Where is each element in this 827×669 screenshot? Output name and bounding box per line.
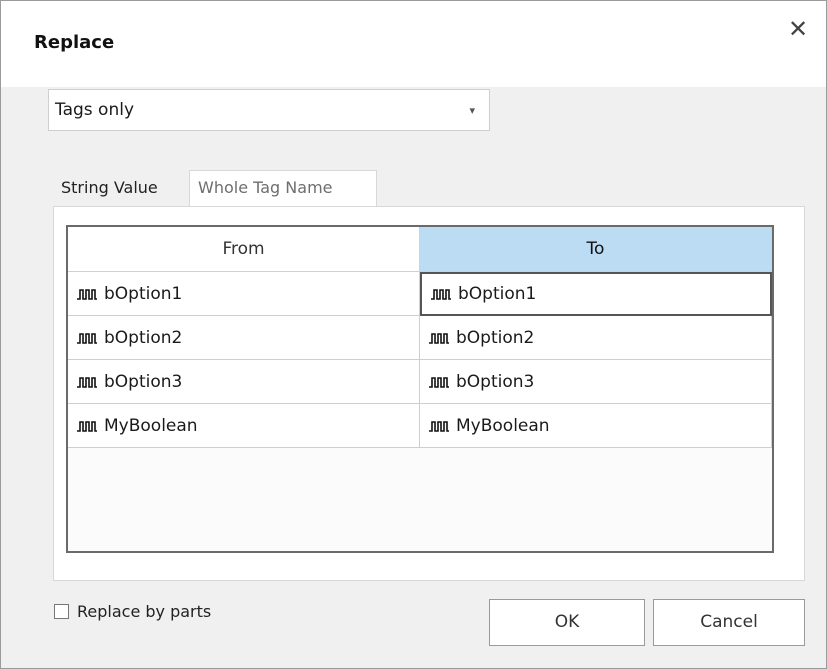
grid-header: From To: [68, 227, 772, 272]
replace-dialog: Replace ✕ Tags only ▾ String Value Whole…: [0, 0, 827, 669]
to-cell[interactable]: bOption3: [420, 360, 772, 404]
replace-grid[interactable]: From To bOption1 bOption1 bOption2 bOpti…: [66, 225, 774, 553]
to-cell[interactable]: bOption2: [420, 316, 772, 360]
column-header-from[interactable]: From: [68, 227, 420, 272]
from-tag-name: bOption3: [104, 371, 183, 392]
table-row[interactable]: bOption2 bOption2: [68, 316, 772, 360]
tab-whole-tag-name[interactable]: Whole Tag Name: [189, 170, 377, 206]
replace-by-parts-checkbox[interactable]: [54, 604, 69, 619]
from-cell[interactable]: bOption2: [68, 316, 420, 360]
column-header-to[interactable]: To: [420, 227, 772, 272]
boolean-tag-icon: [431, 289, 451, 300]
from-cell[interactable]: MyBoolean: [68, 404, 420, 448]
boolean-tag-icon: [429, 332, 449, 344]
table-row[interactable]: bOption1 bOption1: [68, 272, 772, 316]
table-row[interactable]: bOption3 bOption3: [68, 360, 772, 404]
boolean-tag-icon: [77, 420, 97, 432]
ok-button[interactable]: OK: [489, 599, 645, 646]
close-button[interactable]: ✕: [784, 15, 812, 43]
from-cell[interactable]: bOption3: [68, 360, 420, 404]
replace-by-parts-label[interactable]: Replace by parts: [77, 602, 211, 621]
to-cell[interactable]: bOption1: [420, 272, 772, 316]
chevron-down-icon: ▾: [469, 104, 475, 117]
boolean-tag-icon: [77, 288, 97, 300]
replace-by-parts-option[interactable]: Replace by parts: [54, 602, 211, 621]
grid-rows: bOption1 bOption1 bOption2 bOption2 bOpt…: [68, 272, 772, 448]
dialog-title: Replace: [34, 32, 115, 53]
from-tag-name: bOption2: [104, 327, 183, 348]
from-cell[interactable]: bOption1: [68, 272, 420, 316]
from-tag-name: bOption1: [104, 283, 183, 304]
to-tag-name: bOption2: [456, 327, 535, 348]
tab-string-value[interactable]: String Value: [53, 171, 189, 207]
to-tag-name: MyBoolean: [456, 415, 550, 436]
scope-dropdown[interactable]: Tags only ▾: [48, 89, 490, 131]
title-bar: Replace ✕: [1, 1, 826, 87]
boolean-tag-icon: [77, 332, 97, 344]
cancel-button[interactable]: Cancel: [653, 599, 805, 646]
boolean-tag-icon: [429, 376, 449, 388]
scope-dropdown-value: Tags only: [55, 100, 134, 120]
to-cell[interactable]: MyBoolean: [420, 404, 772, 448]
to-tag-name: bOption1: [458, 284, 537, 304]
from-tag-name: MyBoolean: [104, 415, 198, 436]
to-tag-name: bOption3: [456, 371, 535, 392]
boolean-tag-icon: [429, 420, 449, 432]
boolean-tag-icon: [77, 376, 97, 388]
table-row[interactable]: MyBoolean MyBoolean: [68, 404, 772, 448]
